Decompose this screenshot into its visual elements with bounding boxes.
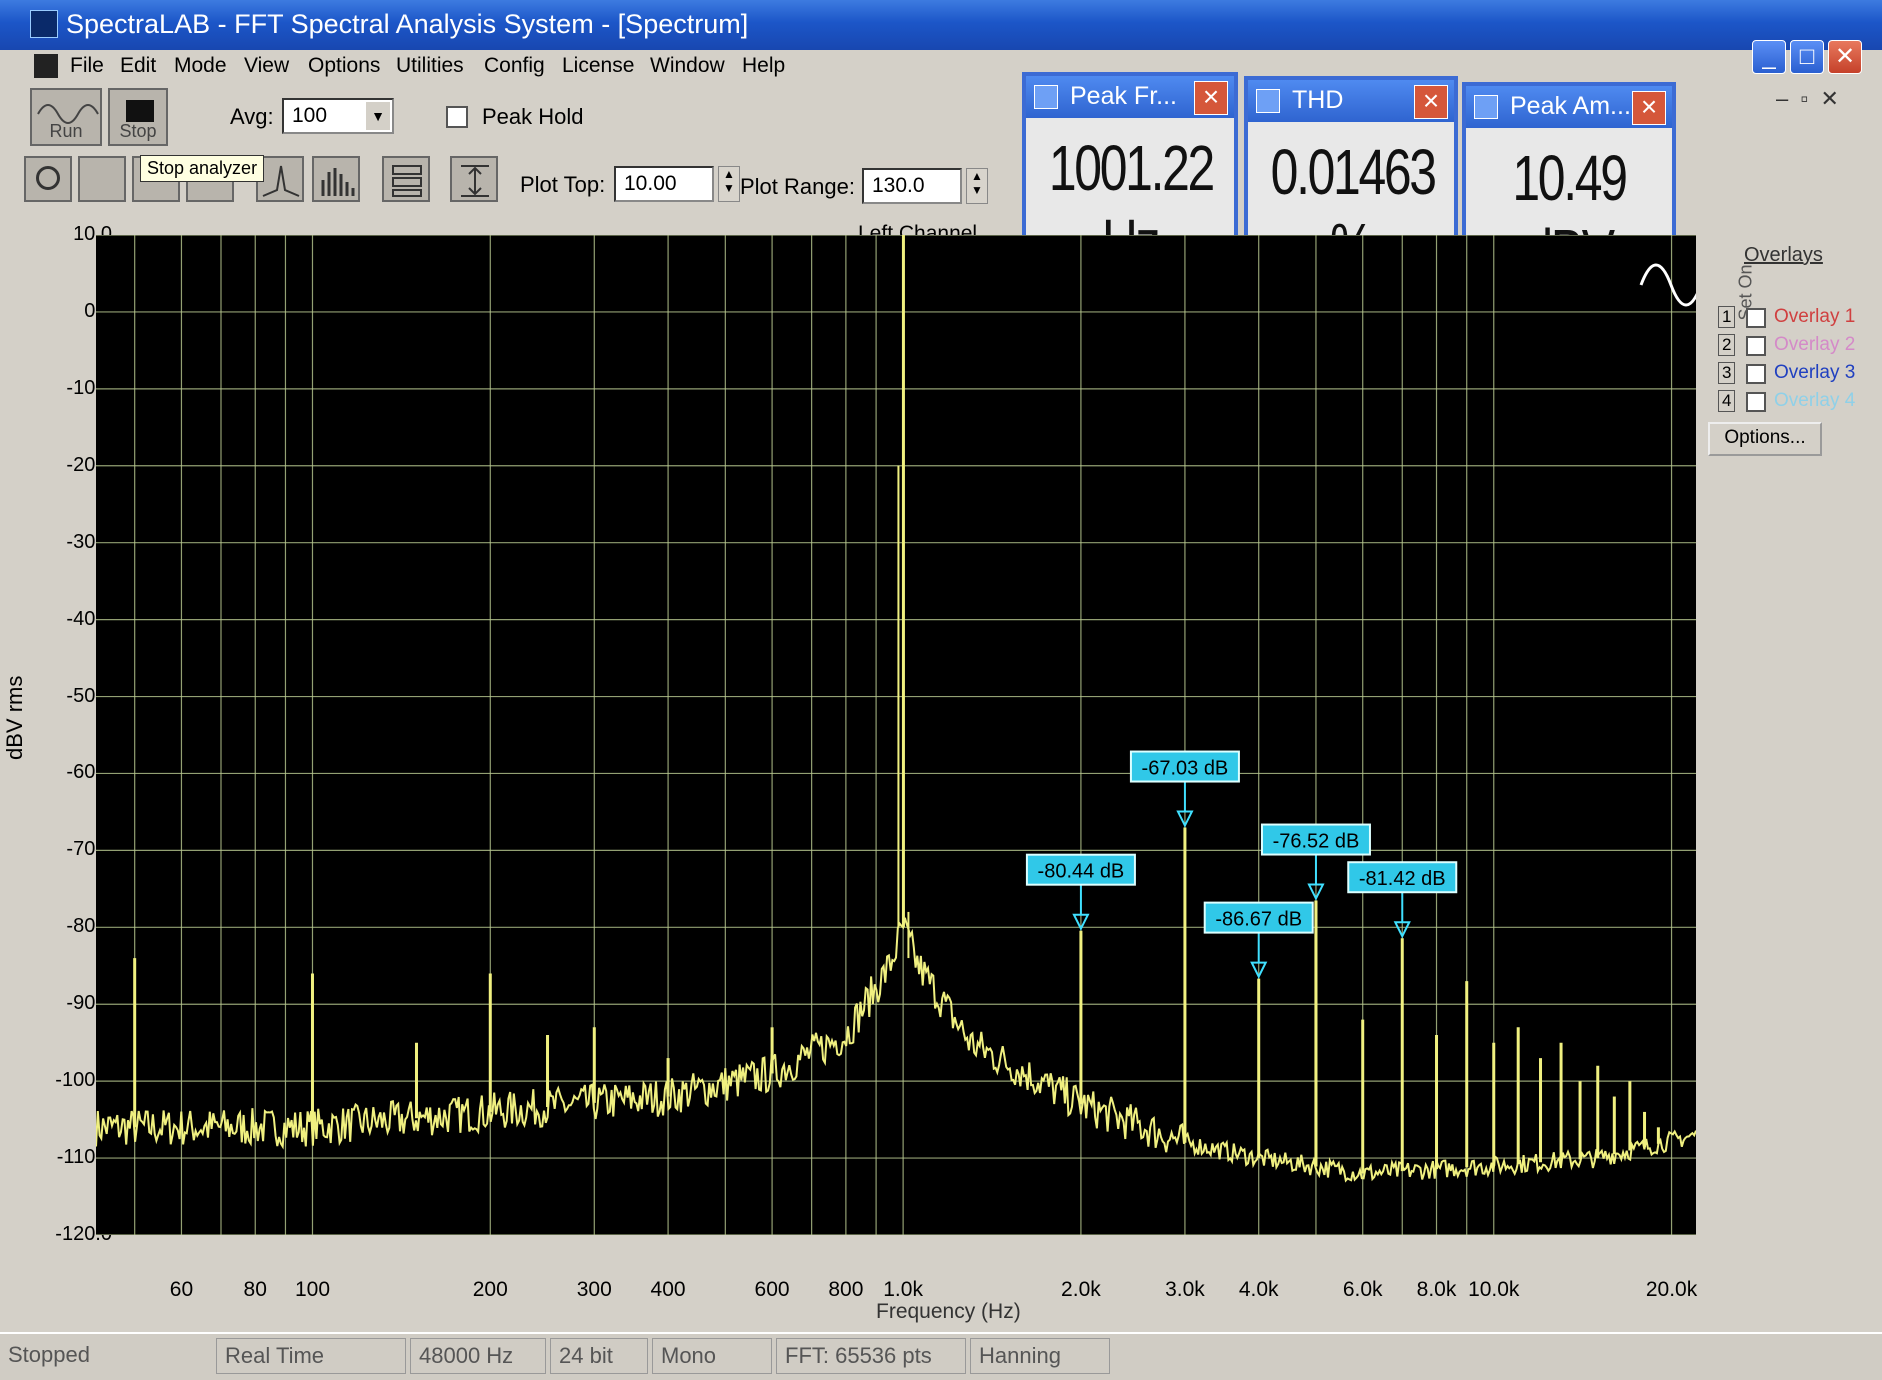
- plot-top-spinner[interactable]: ▲ ▼: [718, 166, 740, 202]
- plot-range-spinner[interactable]: ▲ ▼: [966, 168, 988, 204]
- menu-edit[interactable]: Edit: [120, 54, 156, 78]
- marker-label: -67.03 dB: [1142, 758, 1229, 780]
- plot-range-input[interactable]: 130.0: [862, 168, 962, 204]
- overlay-1[interactable]: 1 Overlay 1: [1712, 306, 1882, 332]
- x-tick-label: 2.0k: [1061, 1278, 1101, 1301]
- x-tick-label: 200: [472, 1278, 508, 1301]
- run-button[interactable]: Run: [30, 88, 102, 146]
- x-tick-label: 400: [650, 1278, 686, 1301]
- menu-options[interactable]: Options: [308, 54, 380, 78]
- meter-peak-frequency[interactable]: Peak Fr...× 1001.22 Hz: [1022, 72, 1238, 278]
- window-title: SpectraLAB - FFT Spectral Analysis Syste…: [66, 9, 749, 39]
- x-tick-label: 60: [169, 1278, 194, 1301]
- spectrum-plot[interactable]: -80.44 dB -67.03 dB -86.67 dB -76.52 dB -81.…: [96, 235, 1696, 1235]
- mdi-controls[interactable]: – ▫ ✕: [1776, 86, 1839, 112]
- menu-mode[interactable]: Mode: [174, 54, 227, 78]
- x-tick-label: 6.0k: [1342, 1278, 1383, 1301]
- meter-thd[interactable]: THD× 0.01463 %: [1244, 76, 1458, 282]
- cursor-icon[interactable]: [450, 156, 498, 202]
- x-tick-label: 10.0k: [1468, 1278, 1520, 1301]
- bars-icon[interactable]: [312, 156, 360, 202]
- list-icon[interactable]: [382, 156, 430, 202]
- x-tick-label: 800: [828, 1278, 864, 1301]
- status-bar: Stopped Real Time 48000 Hz 24 bit Mono F…: [0, 1332, 1882, 1380]
- x-tick-label: 300: [576, 1278, 612, 1301]
- document-icon[interactable]: [34, 54, 58, 78]
- overlay-checkbox[interactable]: [1746, 336, 1766, 356]
- x-tick-label: 3.0k: [1165, 1278, 1205, 1301]
- close-icon[interactable]: ×: [1414, 85, 1448, 119]
- meter-icon: [1256, 89, 1280, 113]
- overlay-checkbox[interactable]: [1746, 308, 1766, 328]
- maximize-button[interactable]: □: [1790, 40, 1824, 74]
- stop-icon: [126, 100, 154, 122]
- menu-license[interactable]: License: [562, 54, 634, 78]
- overlay-checkbox[interactable]: [1746, 364, 1766, 384]
- chevron-down-icon[interactable]: ▼: [366, 102, 390, 130]
- overlays-panel: Overlays Set On 1 Overlay 1 2 Overlay 2 3O…: [1706, 240, 1876, 480]
- avg-label: Avg:: [230, 104, 274, 129]
- meter-icon: [1034, 85, 1058, 109]
- overlay-checkbox[interactable]: [1746, 392, 1766, 412]
- plot-background: [96, 235, 1696, 1235]
- plot-range-label: Plot Range:: [740, 174, 855, 199]
- close-icon[interactable]: ×: [1194, 81, 1228, 115]
- stop-button[interactable]: Stop: [108, 88, 168, 146]
- x-tick-label: 600: [754, 1278, 790, 1301]
- marker-label: -86.67 dB: [1215, 909, 1302, 931]
- status-sample-rate: 48000 Hz: [410, 1338, 546, 1374]
- menu-bar: File Edit Mode View Options Utilities Co…: [20, 50, 1720, 84]
- peak-hold-label: Peak Hold: [482, 104, 584, 129]
- peak-hold-checkbox[interactable]: [446, 106, 468, 128]
- marker-label: -80.44 dB: [1038, 861, 1125, 883]
- menu-utilities[interactable]: Utilities: [396, 54, 464, 78]
- status-window: Hanning: [970, 1338, 1110, 1374]
- meter-peak-amplitude[interactable]: Peak Am...× 10.49 dBV rms: [1462, 82, 1676, 362]
- zoom-in-2x-icon[interactable]: [78, 156, 126, 202]
- status-channels: Mono: [652, 1338, 772, 1374]
- tooltip: Stop analyzer: [140, 155, 265, 182]
- x-tick-label: 8.0k: [1416, 1278, 1457, 1301]
- app-icon[interactable]: [30, 10, 58, 38]
- status-bit-depth: 24 bit: [550, 1338, 648, 1374]
- x-axis-label: Frequency (Hz): [876, 1300, 1021, 1323]
- waveform-icon: [37, 104, 99, 124]
- menu-file[interactable]: File: [70, 54, 104, 78]
- x-tick-label: 4.0k: [1238, 1278, 1279, 1301]
- zoom-icon[interactable]: [24, 156, 72, 202]
- status-fft-size: FFT: 65536 pts: [776, 1338, 966, 1374]
- minimize-button[interactable]: _: [1752, 40, 1786, 74]
- status-mode: Real Time: [216, 1338, 406, 1374]
- close-button[interactable]: ✕: [1828, 40, 1862, 74]
- plot-top-label: Plot Top:: [520, 172, 606, 197]
- x-tick-label: 80: [243, 1278, 267, 1301]
- plot-top-input[interactable]: 10.00: [614, 166, 714, 202]
- close-icon[interactable]: ×: [1632, 91, 1666, 125]
- overlay-2[interactable]: 2 Overlay 2: [1712, 334, 1882, 360]
- menu-view[interactable]: View: [244, 54, 289, 78]
- meter-icon: [1474, 95, 1498, 119]
- overlay-options-button[interactable]: Options...: [1708, 422, 1822, 456]
- marker-label: -81.42 dB: [1359, 868, 1446, 890]
- title-bar: SpectraLAB - FFT Spectral Analysis Syste…: [0, 0, 1882, 50]
- overlay-3[interactable]: 3 Overlay 3: [1712, 362, 1882, 388]
- marker-label: -76.52 dB: [1273, 831, 1360, 853]
- menu-config[interactable]: Config: [484, 54, 545, 78]
- menu-help[interactable]: Help: [742, 54, 785, 78]
- overlay-4[interactable]: 4 Overlay 4: [1712, 390, 1882, 416]
- status-state: Stopped: [8, 1342, 90, 1367]
- x-tick-label: 100: [294, 1278, 331, 1301]
- menu-window[interactable]: Window: [650, 54, 725, 78]
- x-tick-label: 1.0k: [883, 1278, 923, 1301]
- x-tick-label: 20.0k: [1645, 1278, 1698, 1301]
